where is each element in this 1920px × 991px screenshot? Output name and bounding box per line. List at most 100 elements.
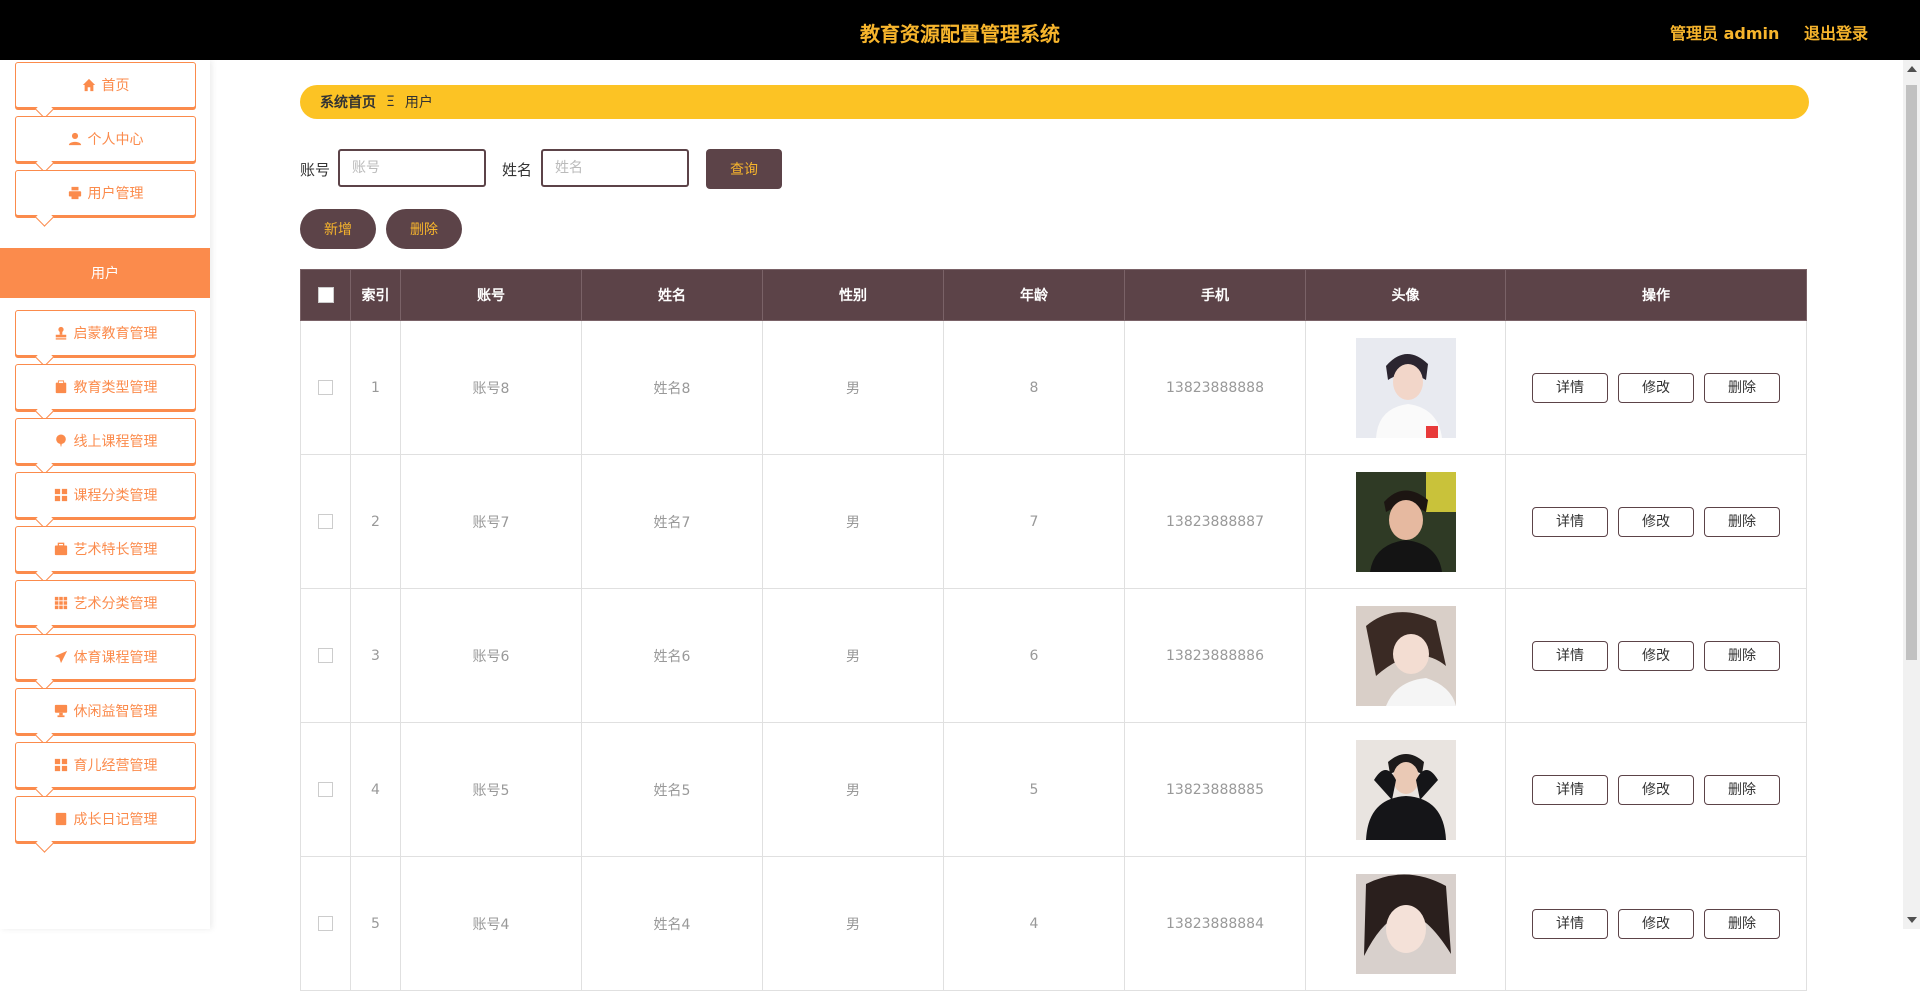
- top-header: 教育资源配置管理系统 管理员 admin 退出登录: [0, 0, 1920, 60]
- book-icon: [55, 812, 66, 826]
- column-header: 头像: [1305, 269, 1506, 321]
- delete-button[interactable]: 删除: [1704, 908, 1780, 939]
- row-account: 账号6: [400, 588, 582, 723]
- edit-button[interactable]: 修改: [1618, 908, 1694, 939]
- row-age: 6: [943, 588, 1125, 723]
- sidebar-item-label: 成长日记管理: [73, 812, 158, 828]
- table-row: 4 账号5 姓名5 男 5 13823888885 详情 修改 删除: [300, 722, 1807, 857]
- sidebar-item-enlightenment[interactable]: 启蒙教育管理: [15, 310, 196, 356]
- account-search-input[interactable]: [338, 149, 486, 187]
- add-button[interactable]: 新增: [300, 209, 376, 249]
- grid-nine-icon: [54, 596, 67, 610]
- sidebar-item-art-specialty[interactable]: 艺术特长管理: [15, 526, 196, 572]
- scroll-up-arrow-icon[interactable]: [1907, 66, 1917, 72]
- sidebar-item-online-course[interactable]: 线上课程管理: [15, 418, 196, 464]
- account-label: 账号: [300, 161, 331, 179]
- edit-button[interactable]: 修改: [1618, 372, 1694, 403]
- breadcrumb-home[interactable]: 系统首页: [320, 92, 376, 112]
- row-index: 4: [350, 722, 401, 857]
- column-header: 性别: [762, 269, 944, 321]
- row-account: 账号7: [400, 454, 582, 589]
- row-checkbox[interactable]: [318, 514, 333, 529]
- row-phone: 13823888888: [1124, 320, 1306, 455]
- row-name: 姓名6: [581, 588, 763, 723]
- grid-icon: [54, 488, 67, 502]
- row-name: 姓名8: [581, 320, 763, 455]
- sidebar-item-label: 课程分类管理: [73, 488, 158, 504]
- breadcrumb-current: 用户: [404, 95, 433, 111]
- detail-button[interactable]: 详情: [1532, 774, 1608, 805]
- row-age: 8: [943, 320, 1125, 455]
- table-row: 5 账号4 姓名4 男 4 13823888884 详情 修改 删除: [300, 856, 1807, 991]
- scroll-down-arrow-icon[interactable]: [1907, 917, 1917, 923]
- row-checkbox[interactable]: [318, 380, 333, 395]
- submenu-item-user[interactable]: 用户: [0, 248, 210, 298]
- stamp-icon: [55, 326, 66, 340]
- row-name: 姓名5: [581, 722, 763, 857]
- briefcase-icon: [54, 542, 67, 556]
- sidebar-item-label: 线上课程管理: [73, 434, 158, 450]
- delete-button[interactable]: 删除: [1704, 640, 1780, 671]
- row-gender: 男: [762, 722, 944, 857]
- sidebar-item-growth-diary[interactable]: 成长日记管理: [15, 796, 196, 842]
- row-phone: 13823888886: [1124, 588, 1306, 723]
- delete-button[interactable]: 删除: [1704, 372, 1780, 403]
- person-icon: [68, 132, 81, 146]
- delete-button[interactable]: 删除: [1704, 506, 1780, 537]
- edit-button[interactable]: 修改: [1618, 774, 1694, 805]
- detail-button[interactable]: 详情: [1532, 908, 1608, 939]
- sidebar-item-profile[interactable]: 个人中心: [15, 116, 196, 162]
- sidebar-item-education-type[interactable]: 教育类型管理: [15, 364, 196, 410]
- avatar: [1355, 873, 1456, 974]
- vertical-scrollbar[interactable]: [1903, 60, 1920, 929]
- edit-button[interactable]: 修改: [1618, 640, 1694, 671]
- row-phone: 13823888885: [1124, 722, 1306, 857]
- current-user: 管理员 admin: [1670, 24, 1780, 43]
- query-button[interactable]: 查询: [706, 149, 782, 189]
- row-age: 4: [943, 856, 1125, 991]
- select-all-checkbox[interactable]: [317, 287, 334, 303]
- detail-button[interactable]: 详情: [1532, 640, 1608, 671]
- table-header-row: 索引 账号 姓名 性别 年龄 手机 头像 操作: [300, 269, 1807, 321]
- avatar: [1355, 605, 1456, 706]
- printer-icon: [68, 186, 81, 200]
- avatar: [1355, 337, 1456, 438]
- row-index: 5: [350, 856, 401, 991]
- sidebar: 首页 个人中心 用户管理 用户 启蒙教育管理 教育类型管理 线上课程管理 课程分…: [0, 60, 210, 929]
- column-header: 账号: [400, 269, 582, 321]
- avatar: [1355, 739, 1456, 840]
- sidebar-item-home[interactable]: 首页: [15, 62, 196, 108]
- balloon-icon: [55, 434, 66, 448]
- sidebar-item-sports-course[interactable]: 体育课程管理: [15, 634, 196, 680]
- sidebar-item-course-category[interactable]: 课程分类管理: [15, 472, 196, 518]
- monitor-icon: [54, 704, 67, 718]
- sidebar-item-label: 艺术分类管理: [73, 596, 158, 612]
- sidebar-item-leisure-puzzle[interactable]: 休闲益智管理: [15, 688, 196, 734]
- row-checkbox[interactable]: [318, 648, 333, 663]
- row-gender: 男: [762, 856, 944, 991]
- logout-link[interactable]: 退出登录: [1804, 20, 1868, 44]
- detail-button[interactable]: 详情: [1532, 506, 1608, 537]
- column-header: 手机: [1124, 269, 1306, 321]
- clipboard-icon: [55, 380, 66, 394]
- name-label: 姓名: [502, 161, 533, 179]
- sidebar-item-label: 休闲益智管理: [73, 704, 158, 720]
- row-account: 账号8: [400, 320, 582, 455]
- user-table: 索引 账号 姓名 性别 年龄 手机 头像 操作 1 账号8 姓名8 男 8 13…: [300, 269, 1807, 991]
- edit-button[interactable]: 修改: [1618, 506, 1694, 537]
- scrollbar-thumb[interactable]: [1906, 85, 1917, 660]
- delete-button[interactable]: 删除: [1704, 774, 1780, 805]
- detail-button[interactable]: 详情: [1532, 372, 1608, 403]
- sidebar-item-parenting[interactable]: 育儿经营管理: [15, 742, 196, 788]
- sidebar-item-art-category[interactable]: 艺术分类管理: [15, 580, 196, 626]
- table-row: 1 账号8 姓名8 男 8 13823888888 详情 修改 删除: [300, 320, 1807, 455]
- column-header: 姓名: [581, 269, 763, 321]
- row-age: 7: [943, 454, 1125, 589]
- name-search-input[interactable]: [541, 149, 689, 187]
- batch-delete-button[interactable]: 删除: [386, 209, 462, 249]
- sidebar-item-label: 首页: [101, 78, 130, 94]
- row-checkbox[interactable]: [318, 782, 333, 797]
- row-index: 1: [350, 320, 401, 455]
- sidebar-item-user-management[interactable]: 用户管理: [15, 170, 196, 216]
- breadcrumb: 系统首页 Ξ 用户: [300, 85, 1809, 119]
